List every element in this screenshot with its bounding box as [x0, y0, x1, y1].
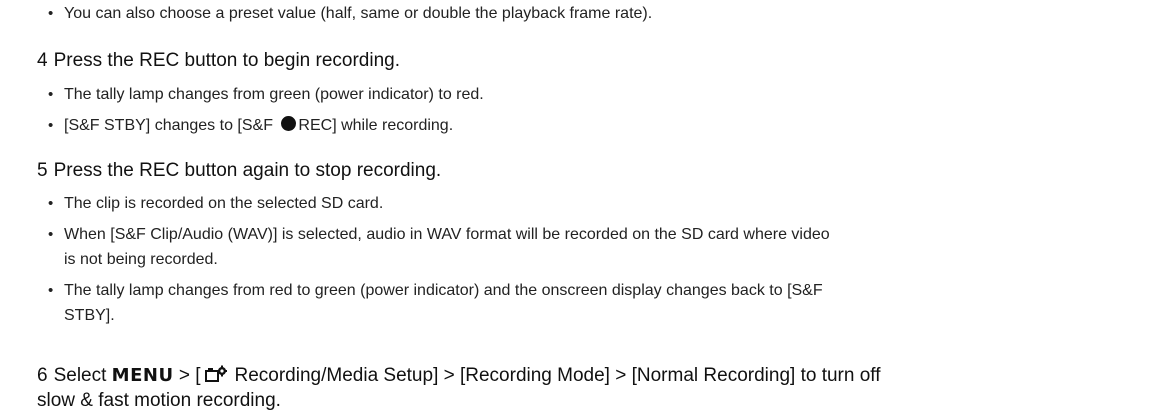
step-5: 5 Press the REC button again to stop reco…	[37, 158, 1137, 183]
bullet-icon: •	[48, 5, 54, 22]
record-dot-icon	[281, 116, 297, 131]
bullet-icon: •	[48, 282, 54, 299]
bullet-icon: •	[48, 226, 54, 243]
bullet-icon: •	[48, 117, 54, 134]
step-number: 4	[37, 50, 48, 71]
step-4: 4 Press the REC button to begin recording…	[37, 48, 1137, 73]
step-number: 6	[37, 365, 48, 386]
menu-button-label: MENU	[111, 365, 174, 386]
step-5-bullet-2: • When [S&F Clip/Audio (WAV)] is selecte…	[48, 222, 1144, 272]
step-number: 5	[37, 160, 48, 181]
manual-page: • You can also choose a preset value (ha…	[0, 0, 1162, 416]
bullet-icon: •	[48, 195, 54, 212]
bullet-icon: •	[48, 86, 54, 103]
step-5-bullet-3: • The tally lamp changes from red to gre…	[48, 278, 1144, 328]
camera-settings-icon	[204, 365, 227, 382]
step-4-bullet-2: • [S&F STBY] changes to [S&F REC] while …	[48, 113, 1144, 138]
step-text: Press the REC button to begin recording.	[53, 50, 400, 71]
preset-note: • You can also choose a preset value (ha…	[48, 1, 1144, 26]
step-text: Press the REC button again to stop recor…	[53, 160, 442, 181]
step-6: 6 Select MENU > [ Recording/Media Setup] …	[37, 365, 881, 411]
step-4-bullet-1: • The tally lamp changes from green (pow…	[48, 82, 1144, 107]
step-5-bullet-1: • The clip is recorded on the selected S…	[48, 191, 1144, 216]
